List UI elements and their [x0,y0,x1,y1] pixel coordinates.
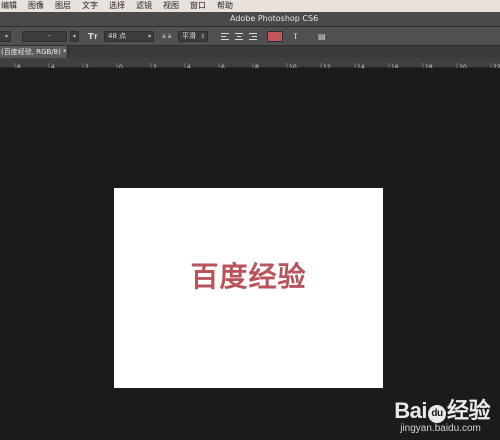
antialias-value: 平滑 [182,32,196,40]
menu-select[interactable]: 选择 [109,0,125,12]
text-color-swatch[interactable] [267,31,283,42]
menu-edit[interactable]: 编辑 [1,0,17,12]
antialias-dropdown[interactable]: 平滑 ⇕ [178,31,208,42]
chevron-updown-icon: ⇕ [199,33,205,40]
chevron-down-icon: ▾ [72,33,76,40]
watermark-site: jingyan.baidu.com [400,423,481,434]
chevron-down-icon: ▾ [147,33,151,40]
font-style-dropdown[interactable]: - [22,31,67,42]
align-right-icon[interactable] [248,31,258,42]
watermark: Bai du 经验 jingyan.baidu.com [394,393,490,434]
canvas-area[interactable]: 百度经验 Bai du 经验 jingyan.baidu.com [0,68,500,440]
baidu-logo: Bai du 经验 [394,393,491,425]
options-bar: ▾ - ▾ TT 48 点 ▾ a a 平滑 ⇕ Ⲧ ▤ [0,27,500,46]
menu-bar: 编辑 图像 图层 文字 选择 滤镜 视图 窗口 帮助 [0,0,500,12]
menu-view[interactable]: 视图 [163,0,179,12]
chevron-down-icon: ▾ [4,33,8,40]
font-style-value: - [48,32,51,40]
menu-type[interactable]: 文字 [82,0,98,12]
app-title-bar: Adobe Photoshop CS6 [0,12,500,27]
font-family-dropdown[interactable]: ▾ [0,31,11,42]
app-title: Adobe Photoshop CS6 [230,14,319,23]
menu-window[interactable]: 窗口 [190,0,206,12]
document-canvas[interactable]: 百度经验 [114,188,383,388]
paw-icon: du [427,405,446,423]
align-center-icon[interactable] [234,31,244,42]
document-tab[interactable]: (百度经验, RGB/8) * [0,46,68,58]
horizontal-ruler: 64202468101214161820222 [0,58,500,73]
font-size-icon: TT [88,32,98,41]
menu-help[interactable]: 帮助 [217,0,233,12]
font-size-dropdown[interactable]: 48 点 ▾ [104,31,154,42]
logo-text-left: Bai [394,398,427,423]
menu-filter[interactable]: 滤镜 [136,0,152,12]
document-tab-bar: (百度经验, RGB/8) * [0,46,500,58]
menu-layer[interactable]: 图层 [55,0,71,12]
font-size-value: 48 点 [108,32,127,40]
logo-text-right: 经验 [446,398,491,423]
align-left-icon[interactable] [220,31,230,42]
canvas-text-layer[interactable]: 百度经验 [114,255,383,295]
antialias-icon: a a [162,33,172,40]
font-style-caret-button[interactable]: ▾ [70,31,79,42]
warp-text-icon[interactable]: Ⲧ [293,31,298,42]
panels-icon[interactable]: ▤ [318,31,326,42]
menu-image[interactable]: 图像 [28,0,44,12]
